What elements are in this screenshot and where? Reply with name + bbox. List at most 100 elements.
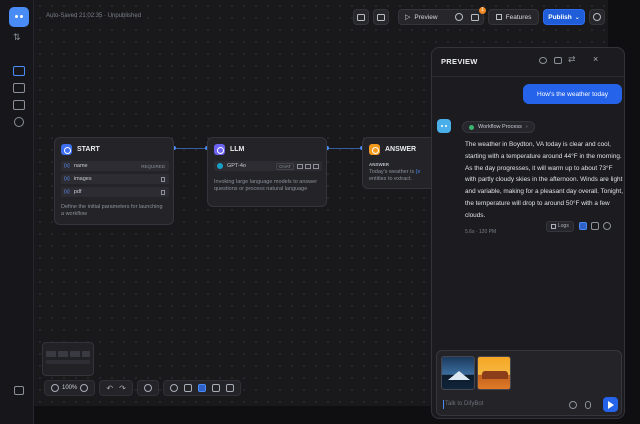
history-icon[interactable]	[143, 384, 152, 392]
pointer-icon[interactable]	[197, 384, 206, 392]
edge-start-llm[interactable]	[174, 148, 207, 149]
start-node-description: Define the initial parameters for launch…	[61, 204, 163, 217]
uploaded-image-desert[interactable]	[477, 356, 511, 390]
zoom-level[interactable]: 100%	[62, 385, 77, 391]
file-icon	[161, 189, 165, 195]
dify-logo-icon[interactable]	[9, 7, 29, 27]
chat-input-placeholder[interactable]: Talk to DifyBot	[445, 401, 483, 407]
paperclip-icon[interactable]	[569, 401, 577, 409]
redo-icon[interactable]: ↷	[119, 384, 126, 393]
llm-node-description: Invoking large language models to answer…	[214, 179, 318, 192]
chevron-right-icon: ›	[525, 124, 528, 130]
start-variable-row[interactable]: {x} pdf	[61, 187, 169, 197]
answer-icon	[369, 144, 380, 155]
message-actions: Logs	[546, 220, 613, 232]
add-node-icon[interactable]	[169, 384, 178, 392]
user-message: How's the weather today	[523, 84, 622, 104]
change-history-control	[136, 380, 159, 396]
answer-text-line: Today's weather is {x	[369, 169, 420, 175]
bot-answer: The weather in Boydton, VA today is clea…	[465, 141, 623, 219]
start-variable-row[interactable]: {x} name REQUIRED	[61, 161, 169, 171]
bot-avatar	[437, 119, 451, 133]
settings-icon[interactable]	[14, 117, 24, 127]
answer-text-prefix: Today's weather is	[369, 169, 416, 175]
history-icon[interactable]	[455, 13, 463, 21]
workflow-process-toggle[interactable]: Workflow Process ›	[462, 121, 535, 133]
close-icon[interactable]: ×	[593, 54, 598, 64]
layout-icon[interactable]	[225, 384, 234, 392]
llm-node[interactable]: LLM GPT-4o CHAT Invoking large language …	[207, 137, 327, 207]
publish-button[interactable]: Publish ⌄	[543, 9, 585, 25]
tool-controls	[162, 380, 241, 396]
refresh-icon[interactable]	[539, 57, 547, 64]
document-icon	[313, 163, 319, 169]
logs-icon	[551, 223, 556, 229]
preview-panel: PREVIEW ⇄ × How's the weather today Work…	[431, 47, 625, 419]
preview-title: PREVIEW	[441, 57, 478, 66]
llm-node-header: LLM	[214, 144, 244, 155]
workflow-process-label: Workflow Process	[478, 124, 522, 130]
autosave-status: Auto-Saved 21:02:35 · Unpublished	[46, 13, 142, 19]
model-selector[interactable]: GPT-4o CHAT	[214, 161, 322, 171]
answer-meta: 5.6s · 120 PM	[465, 229, 497, 235]
collapse-sidebar-icon[interactable]	[14, 386, 24, 395]
env-variables-button[interactable]	[353, 9, 369, 25]
tools-icon	[305, 163, 311, 169]
speaker-icon[interactable]	[578, 222, 587, 230]
copy-icon[interactable]	[590, 222, 599, 230]
chat-input-box[interactable]: Talk to DifyBot	[436, 350, 622, 416]
variable-icon: {x}	[64, 163, 70, 169]
answer-node-header: ANSWER	[369, 144, 416, 155]
conversation-variables-button[interactable]	[373, 9, 389, 25]
openai-icon	[217, 163, 223, 169]
minimap-node	[82, 351, 90, 357]
zoom-in-icon[interactable]	[80, 384, 89, 392]
minimap-node	[58, 351, 68, 357]
required-tag: REQUIRED	[141, 163, 165, 169]
variable-name: pdf	[73, 189, 82, 195]
undo-icon[interactable]: ↶	[106, 384, 113, 393]
logs-button[interactable]: Logs	[546, 220, 574, 232]
answer-node-title: ANSWER	[385, 146, 417, 153]
logs-label: Logs	[558, 223, 569, 229]
variables-icon[interactable]	[554, 57, 562, 64]
variable-icon	[357, 13, 365, 21]
start-node-header: START	[61, 144, 100, 155]
llm-node-title: LLM	[230, 146, 245, 153]
checklist-badge: 1	[479, 7, 486, 14]
play-icon: ▷	[405, 14, 411, 21]
zoom-out-icon[interactable]	[51, 384, 59, 392]
minimap[interactable]	[42, 342, 94, 376]
note-icon[interactable]	[183, 384, 192, 392]
hand-icon[interactable]	[211, 384, 220, 392]
version-history-button[interactable]	[589, 9, 605, 25]
send-button[interactable]	[603, 397, 618, 412]
text-caret	[443, 400, 444, 409]
features-icon	[495, 14, 502, 20]
logs-icon[interactable]	[13, 83, 25, 93]
chevron-down-icon: ⌄	[574, 14, 580, 21]
answer-node[interactable]: ANSWER ANSWER Today's weather is {x enti…	[362, 137, 442, 189]
microphone-icon[interactable]	[585, 401, 591, 409]
minimap-node	[46, 351, 56, 357]
preview-toolbar: ▷ Preview	[398, 9, 484, 25]
workflow-icon[interactable]	[13, 66, 25, 76]
model-name: GPT-4o	[227, 163, 246, 169]
shuffle-icon[interactable]: ⇄	[568, 54, 576, 65]
answer-label: ANSWER	[369, 162, 389, 167]
monitoring-icon[interactable]	[13, 100, 25, 110]
checklist-icon[interactable]	[471, 13, 479, 21]
start-node-title: START	[77, 146, 100, 153]
start-variable-row[interactable]: {x} images	[61, 174, 169, 184]
model-mode-tag: CHAT	[276, 162, 294, 170]
publish-label: Publish	[548, 13, 572, 21]
preview-button[interactable]: Preview	[414, 14, 437, 21]
clock-icon	[593, 13, 601, 21]
edge-llm-answer[interactable]	[327, 148, 362, 149]
regenerate-icon[interactable]	[602, 222, 611, 230]
variable-icon: {x}	[64, 176, 70, 182]
features-button[interactable]: Features	[488, 9, 539, 25]
start-node[interactable]: START {x} name REQUIRED {x} images {x} p…	[54, 137, 174, 225]
swap-icon[interactable]: ⇅	[13, 32, 21, 43]
uploaded-image-mountain[interactable]	[441, 356, 475, 390]
